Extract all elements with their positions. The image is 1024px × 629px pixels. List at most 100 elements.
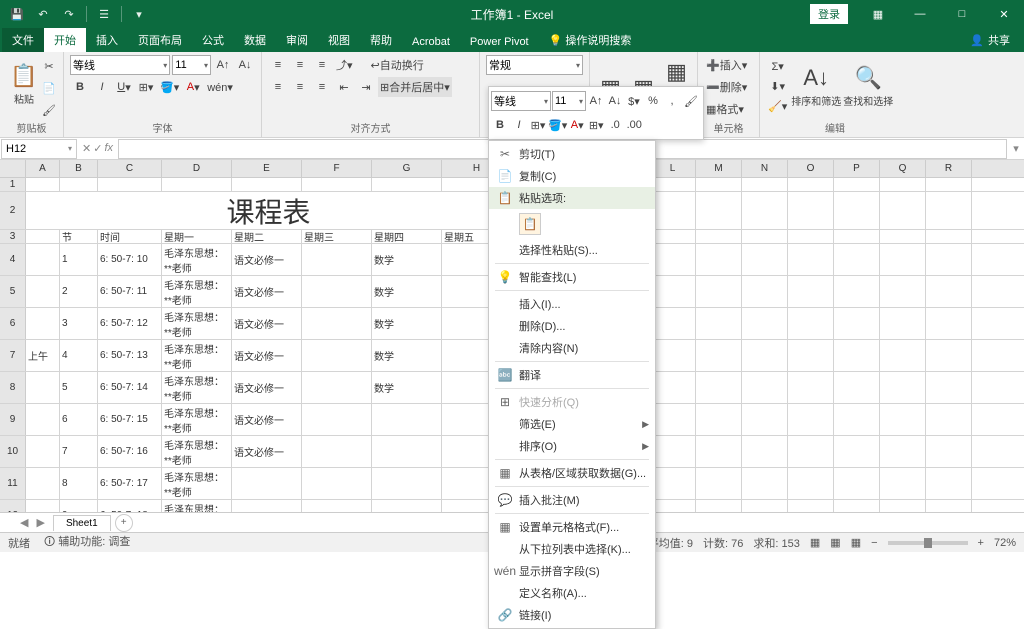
cell[interactable]: 毛泽东思想：**老师 bbox=[162, 276, 232, 307]
cell[interactable]: 6: 50-7: 11 bbox=[98, 276, 162, 307]
cell[interactable] bbox=[742, 404, 788, 435]
ctx-copy[interactable]: 📄复制(C) bbox=[489, 165, 655, 187]
ctx-sort[interactable]: 排序(O)▶ bbox=[489, 435, 655, 457]
ctx-dropdown-list[interactable]: 从下拉列表中选择(K)... bbox=[489, 538, 655, 560]
mini-comma-icon[interactable]: , bbox=[663, 90, 681, 112]
cell[interactable] bbox=[742, 244, 788, 275]
name-box[interactable]: H12▾ bbox=[1, 139, 77, 159]
cell[interactable] bbox=[742, 340, 788, 371]
cell[interactable]: 数学 bbox=[372, 244, 442, 275]
ctx-filter[interactable]: 筛选(E)▶ bbox=[489, 413, 655, 435]
cut-icon[interactable]: ✂ bbox=[39, 56, 59, 76]
cell[interactable] bbox=[742, 436, 788, 467]
cell[interactable]: 6: 50-7: 18 bbox=[98, 500, 162, 512]
cell[interactable] bbox=[650, 468, 696, 499]
cell[interactable]: 语文必修一 bbox=[232, 276, 302, 307]
cell[interactable] bbox=[302, 340, 372, 371]
row-header[interactable]: 12 bbox=[0, 500, 26, 512]
cell[interactable] bbox=[26, 436, 60, 467]
mini-grow-font-icon[interactable]: A↑ bbox=[587, 90, 605, 112]
cell[interactable]: 毛泽东思想：**老师 bbox=[162, 340, 232, 371]
view-normal-icon[interactable]: ▦ bbox=[810, 536, 820, 549]
ctx-cut[interactable]: ✂剪切(T) bbox=[489, 143, 655, 165]
mini-currency-icon[interactable]: $▾ bbox=[625, 90, 643, 112]
autosum-icon[interactable]: Σ▾ bbox=[766, 56, 789, 76]
tab-help[interactable]: 帮助 bbox=[360, 28, 402, 52]
cell[interactable] bbox=[880, 404, 926, 435]
align-center-icon[interactable]: ≡ bbox=[290, 77, 310, 97]
col-header[interactable]: N bbox=[742, 160, 788, 177]
cell[interactable] bbox=[26, 230, 60, 243]
cell[interactable]: 星期二 bbox=[232, 230, 302, 243]
cell[interactable]: 7 bbox=[60, 436, 98, 467]
cell[interactable] bbox=[742, 230, 788, 243]
cell[interactable] bbox=[742, 372, 788, 403]
cell[interactable] bbox=[650, 404, 696, 435]
fill-color-icon[interactable]: 🪣▾ bbox=[158, 77, 181, 97]
cell[interactable]: 毛泽东思想：**老师 bbox=[162, 244, 232, 275]
cell[interactable]: 毛泽东思想：**老师 bbox=[162, 404, 232, 435]
cell[interactable]: 5 bbox=[60, 372, 98, 403]
cell[interactable] bbox=[788, 372, 834, 403]
cell[interactable]: 6: 50-7: 13 bbox=[98, 340, 162, 371]
cell[interactable]: 星期三 bbox=[302, 230, 372, 243]
mini-font-combo[interactable]: 等线▾ bbox=[491, 91, 551, 111]
cell[interactable]: 毛泽东思想：**老师 bbox=[162, 468, 232, 499]
tab-acrobat[interactable]: Acrobat bbox=[402, 32, 460, 52]
row-header[interactable]: 6 bbox=[0, 308, 26, 339]
cell[interactable] bbox=[696, 276, 742, 307]
cell[interactable]: 毛泽东思想：**老师 bbox=[162, 436, 232, 467]
cell[interactable] bbox=[880, 244, 926, 275]
cell[interactable] bbox=[162, 178, 232, 191]
row-header[interactable]: 7 bbox=[0, 340, 26, 371]
cell[interactable] bbox=[26, 244, 60, 275]
cell[interactable] bbox=[742, 178, 788, 191]
align-right-icon[interactable]: ≡ bbox=[312, 77, 332, 97]
cell[interactable] bbox=[26, 308, 60, 339]
cell[interactable]: 语文必修一 bbox=[232, 308, 302, 339]
cell[interactable] bbox=[788, 468, 834, 499]
save-icon[interactable]: 💾 bbox=[6, 3, 28, 25]
cell[interactable] bbox=[834, 500, 880, 512]
align-bottom-icon[interactable]: ≡ bbox=[312, 55, 332, 75]
title-cell[interactable]: 课程表 bbox=[26, 192, 512, 229]
tab-home[interactable]: 开始 bbox=[44, 28, 86, 52]
cell[interactable] bbox=[302, 468, 372, 499]
ctx-delete[interactable]: 删除(D)... bbox=[489, 315, 655, 337]
cell[interactable] bbox=[650, 178, 696, 191]
cell[interactable]: 6 bbox=[60, 404, 98, 435]
align-top-icon[interactable]: ≡ bbox=[268, 55, 288, 75]
cell[interactable]: 数学 bbox=[372, 340, 442, 371]
sheet-nav-prev-icon[interactable]: ◀ bbox=[20, 516, 28, 529]
cell[interactable]: 2 bbox=[60, 276, 98, 307]
cell[interactable] bbox=[650, 244, 696, 275]
cell[interactable] bbox=[696, 468, 742, 499]
col-header[interactable]: L bbox=[650, 160, 696, 177]
cell[interactable] bbox=[788, 276, 834, 307]
cell[interactable] bbox=[696, 230, 742, 243]
cell[interactable]: 毛泽东思想：**老师 bbox=[162, 308, 232, 339]
mini-border2-icon[interactable]: ⊞▾ bbox=[587, 114, 605, 136]
view-layout-icon[interactable]: ▦ bbox=[830, 536, 840, 549]
tab-review[interactable]: 审阅 bbox=[276, 28, 318, 52]
tab-powerpivot[interactable]: Power Pivot bbox=[460, 32, 539, 52]
mini-bold-icon[interactable]: B bbox=[491, 114, 509, 136]
cell[interactable]: 语文必修一 bbox=[232, 340, 302, 371]
cell[interactable]: 语文必修一 bbox=[232, 244, 302, 275]
increase-indent-icon[interactable]: ⇥ bbox=[356, 77, 376, 97]
fx-icon[interactable]: fx bbox=[104, 142, 113, 155]
cell[interactable] bbox=[788, 436, 834, 467]
cell[interactable]: 上午 bbox=[26, 340, 60, 371]
cell[interactable] bbox=[372, 500, 442, 512]
cell[interactable]: 4 bbox=[60, 340, 98, 371]
col-header[interactable]: C bbox=[98, 160, 162, 177]
align-left-icon[interactable]: ≡ bbox=[268, 77, 288, 97]
cell[interactable]: 数学 bbox=[372, 308, 442, 339]
cell[interactable] bbox=[372, 436, 442, 467]
cell[interactable] bbox=[834, 308, 880, 339]
cell[interactable]: 语文必修一 bbox=[232, 404, 302, 435]
cell[interactable] bbox=[742, 192, 788, 229]
col-header[interactable]: A bbox=[26, 160, 60, 177]
col-header[interactable]: G bbox=[372, 160, 442, 177]
cell[interactable] bbox=[926, 404, 972, 435]
